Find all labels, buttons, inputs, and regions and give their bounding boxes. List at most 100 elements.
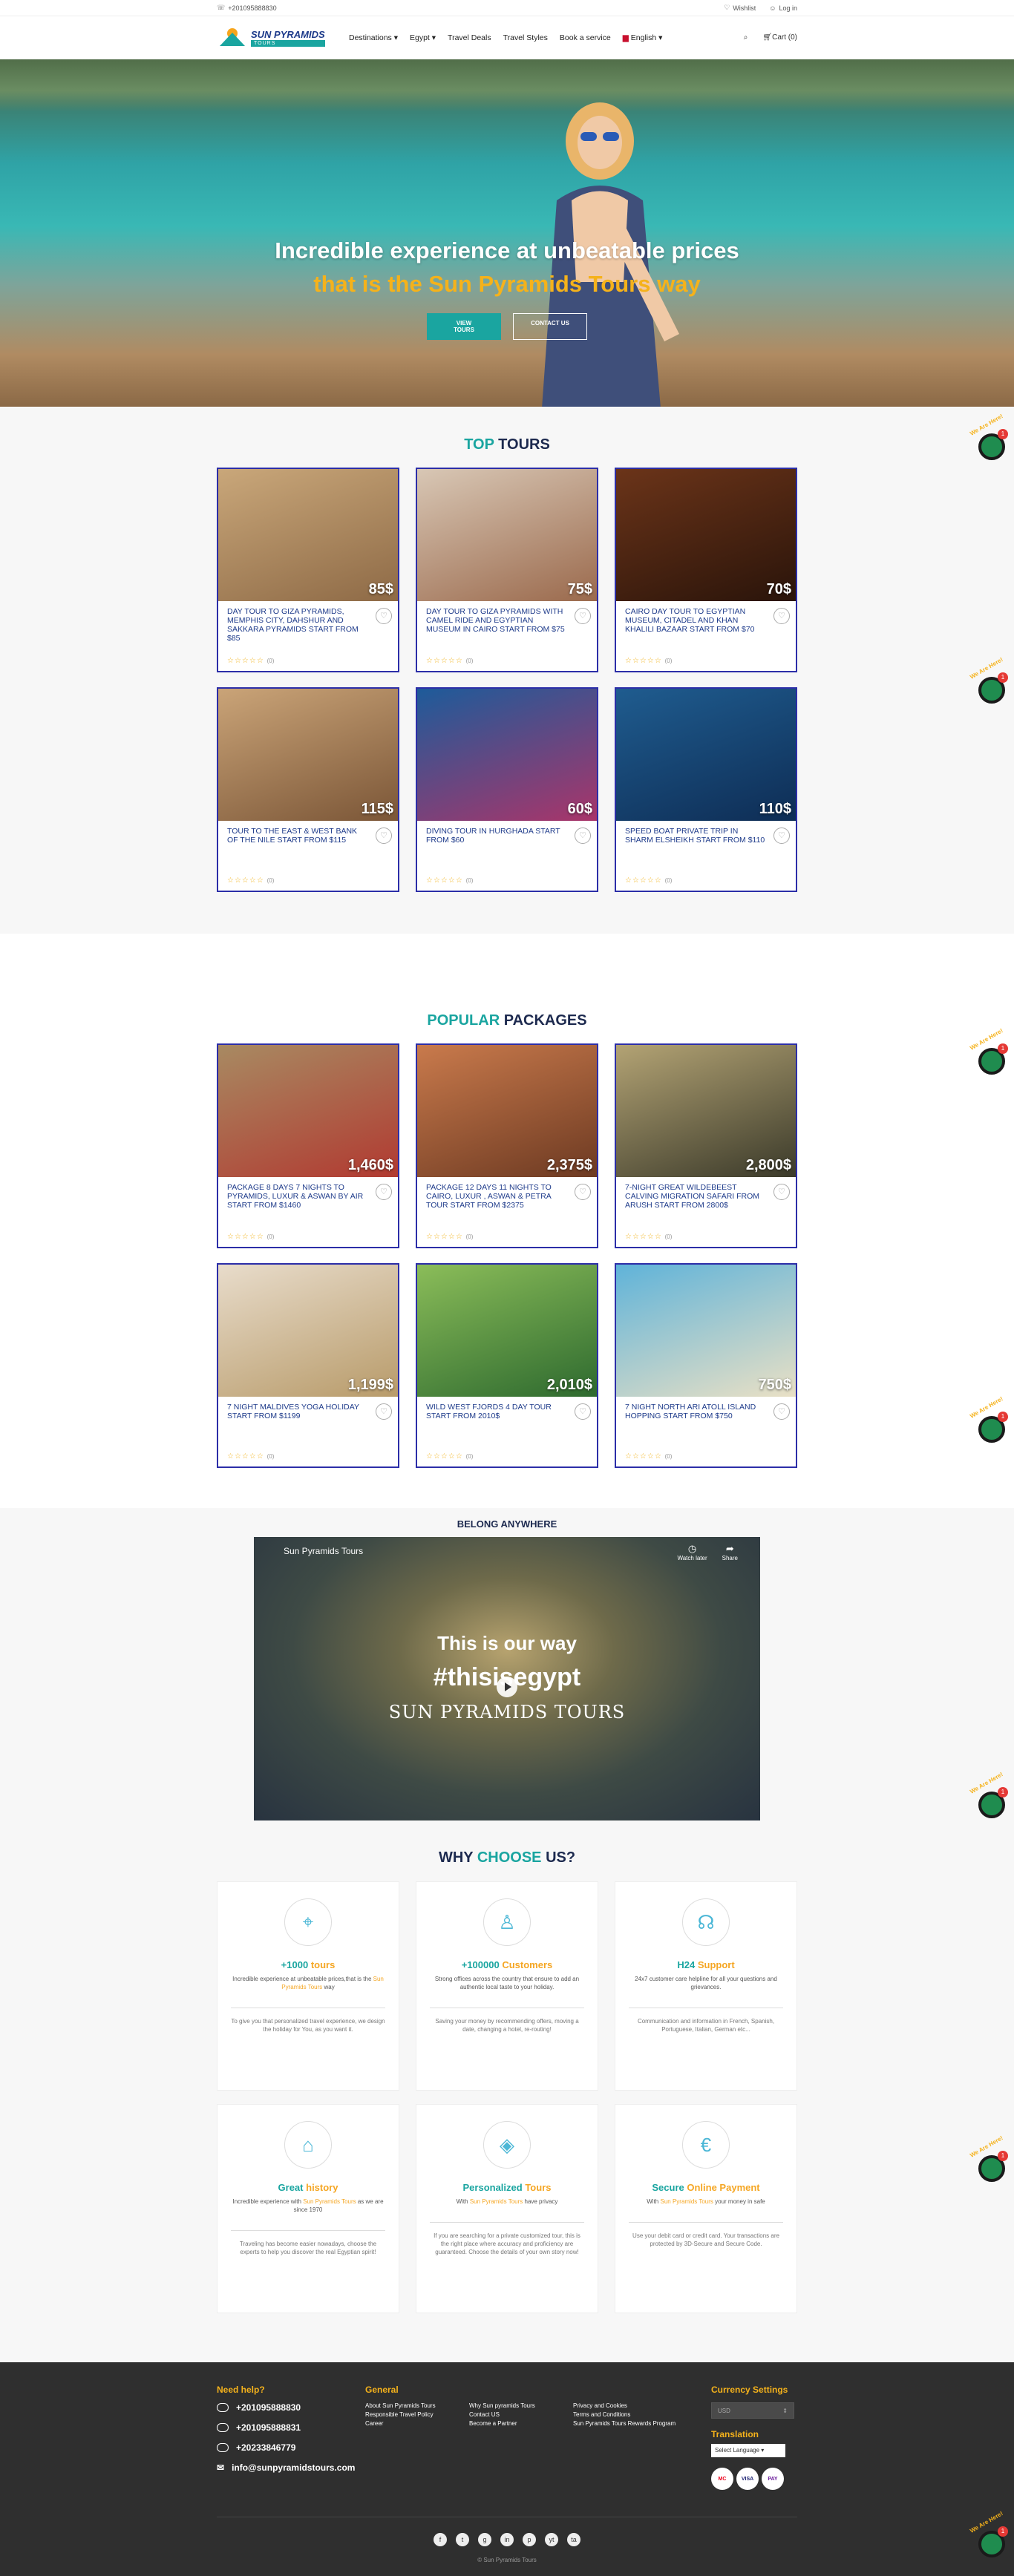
tour-image[interactable]: 750$ — [616, 1265, 796, 1397]
tour-card[interactable]: 2,800$ 7-NIGHT GREAT WILDEBEEST CALVING M… — [615, 1043, 797, 1248]
tour-title[interactable]: PACKAGE 8 DAYS 7 NIGHTS TO PYRAMIDS, LUX… — [227, 1183, 389, 1210]
whatsapp-icon — [217, 2443, 229, 2452]
wishlist-heart-icon[interactable]: ♡ — [575, 1403, 591, 1420]
footer-phone[interactable]: +20233846779 — [217, 2442, 355, 2453]
wishlist-heart-icon[interactable]: ♡ — [376, 1184, 392, 1200]
video-channel[interactable]: Sun Pyramids Tours — [284, 1546, 363, 1556]
chat-widget[interactable]: We Are Here! 1 — [968, 413, 1011, 460]
site-logo[interactable]: SUN PYRAMIDS TOURS — [217, 27, 328, 49]
tour-card[interactable]: 2,010$ WILD WEST FJORDS 4 DAY TOUR START … — [416, 1263, 598, 1468]
footer-link[interactable]: Career — [365, 2420, 469, 2427]
tour-title[interactable]: DAY TOUR TO GIZA PYRAMIDS WITH CAMEL RID… — [426, 607, 588, 634]
tour-image[interactable]: 2,800$ — [616, 1045, 796, 1177]
contact-us-button[interactable]: CONTACT US — [513, 313, 587, 340]
tour-card[interactable]: 70$ CAIRO DAY TOUR TO EGYPTIAN MUSEUM, CI… — [615, 468, 797, 672]
tripadvisor-icon[interactable]: ta — [567, 2533, 580, 2546]
footer-link[interactable]: Privacy and Cookies — [573, 2402, 699, 2409]
tour-title[interactable]: DAY TOUR TO GIZA PYRAMIDS, MEMPHIS CITY,… — [227, 607, 389, 643]
twitter-icon[interactable]: t — [456, 2533, 469, 2546]
footer-link[interactable]: Sun Pyramids Tours Rewards Program — [573, 2420, 699, 2427]
tour-image[interactable]: 85$ — [218, 469, 398, 601]
wishlist-heart-icon[interactable]: ♡ — [575, 827, 591, 844]
tour-card[interactable]: 60$ DIVING TOUR IN HURGHADA START FROM $6… — [416, 687, 598, 892]
chat-widget[interactable]: We Are Here! 1 — [968, 2134, 1011, 2182]
tour-image[interactable]: 60$ — [417, 689, 597, 821]
footer-phone[interactable]: +201095888830 — [217, 2402, 355, 2413]
rating-stars: ☆☆☆☆☆ (0) — [426, 876, 474, 885]
footer-link[interactable]: Contact US — [469, 2411, 573, 2418]
wishlist-heart-icon[interactable]: ♡ — [773, 1403, 790, 1420]
chat-widget[interactable]: We Are Here! 1 — [968, 656, 1011, 704]
watch-later-button[interactable]: ◷ Watch later — [677, 1543, 707, 1561]
language-select[interactable]: Select Language ▾ — [711, 2444, 785, 2457]
tour-title[interactable]: DIVING TOUR IN HURGHADA START FROM $60 — [426, 827, 588, 845]
tour-title[interactable]: CAIRO DAY TOUR TO EGYPTIAN MUSEUM, CITAD… — [625, 607, 787, 634]
share-button[interactable]: ➦ Share — [722, 1543, 738, 1561]
tour-image[interactable]: 115$ — [218, 689, 398, 821]
nav-egypt[interactable]: Egypt ▾ — [410, 33, 436, 42]
wishlist-heart-icon[interactable]: ♡ — [575, 1184, 591, 1200]
tour-card[interactable]: 1,199$ 7 NIGHT MALDIVES YOGA HOLIDAY STAR… — [217, 1263, 399, 1468]
footer-email[interactable]: ✉ info@sunpyramidstours.com — [217, 2462, 355, 2473]
wishlist-heart-icon[interactable]: ♡ — [376, 827, 392, 844]
wishlist-heart-icon[interactable]: ♡ — [575, 608, 591, 624]
footer-link[interactable]: Responsible Travel Policy — [365, 2411, 469, 2418]
top-phone[interactable]: ☏ +201095888830 — [217, 4, 277, 12]
wishlist-link[interactable]: ♡ Wishlist — [724, 4, 756, 12]
tour-card[interactable]: 115$ TOUR TO THE EAST & WEST BANK OF THE … — [217, 687, 399, 892]
wishlist-heart-icon[interactable]: ♡ — [773, 608, 790, 624]
linkedin-icon[interactable]: in — [500, 2533, 514, 2546]
promo-video[interactable]: Sun Pyramids Tours ◷ Watch later ➦ Share T… — [254, 1537, 760, 1820]
tour-title[interactable]: WILD WEST FJORDS 4 DAY TOUR START FROM 2… — [426, 1403, 588, 1420]
nav-destinations[interactable]: Destinations ▾ — [349, 33, 398, 42]
belong-title: BELONG ANYWHERE — [457, 1518, 557, 1530]
login-link[interactable]: ☺ Log in — [769, 4, 797, 12]
tour-image[interactable]: 1,460$ — [218, 1045, 398, 1177]
pinterest-icon[interactable]: p — [523, 2533, 536, 2546]
tour-card[interactable]: 1,460$ PACKAGE 8 DAYS 7 NIGHTS TO PYRAMID… — [217, 1043, 399, 1248]
copyright: © Sun Pyramids Tours — [477, 2557, 537, 2563]
tour-title[interactable]: 7-NIGHT GREAT WILDEBEEST CALVING MIGRATI… — [625, 1183, 787, 1210]
tour-title[interactable]: PACKAGE 12 DAYS 11 NIGHTS TO CAIRO, LUXU… — [426, 1183, 588, 1210]
tour-image[interactable]: 2,375$ — [417, 1045, 597, 1177]
currency-select[interactable]: USD ⇕ — [711, 2402, 794, 2419]
cart-link[interactable]: 🛒︎Cart (0) — [762, 33, 797, 42]
tour-title[interactable]: SPEED BOAT PRIVATE TRIP IN SHARM ELSHEIK… — [625, 827, 787, 845]
nav-language[interactable]: ▆ English ▾ — [623, 33, 663, 42]
tour-card[interactable]: 110$ SPEED BOAT PRIVATE TRIP IN SHARM ELS… — [615, 687, 797, 892]
chat-widget[interactable]: We Are Here! 1 — [968, 1771, 1011, 1818]
google-icon[interactable]: g — [478, 2533, 491, 2546]
nav-travel-styles[interactable]: Travel Styles — [503, 33, 548, 42]
tour-image[interactable]: 2,010$ — [417, 1265, 597, 1397]
search-icon[interactable]: ⌕ — [744, 33, 748, 42]
wishlist-heart-icon[interactable]: ♡ — [376, 1403, 392, 1420]
wishlist-heart-icon[interactable]: ♡ — [773, 827, 790, 844]
tour-image[interactable]: 1,199$ — [218, 1265, 398, 1397]
tour-card[interactable]: 2,375$ PACKAGE 12 DAYS 11 NIGHTS TO CAIRO… — [416, 1043, 598, 1248]
footer-link[interactable]: About Sun Pyramids Tours — [365, 2402, 469, 2409]
tour-card[interactable]: 85$ DAY TOUR TO GIZA PYRAMIDS, MEMPHIS CI… — [217, 468, 399, 672]
facebook-icon[interactable]: f — [434, 2533, 447, 2546]
youtube-icon[interactable]: yt — [545, 2533, 558, 2546]
wishlist-heart-icon[interactable]: ♡ — [376, 608, 392, 624]
footer-link[interactable]: Why Sun pyramids Tours — [469, 2402, 573, 2409]
footer-link[interactable]: Become a Partner — [469, 2420, 573, 2427]
chat-widget[interactable]: We Are Here! 1 — [968, 1027, 1011, 1075]
tour-image[interactable]: 70$ — [616, 469, 796, 601]
nav-travel-deals[interactable]: Travel Deals — [448, 33, 491, 42]
view-tours-button[interactable]: VIEW TOURS — [427, 313, 501, 340]
tour-title[interactable]: 7 NIGHT MALDIVES YOGA HOLIDAY START FROM… — [227, 1403, 389, 1420]
chat-widget[interactable]: We Are Here! 1 — [968, 1395, 1011, 1443]
tour-card[interactable]: 750$ 7 NIGHT NORTH ARI ATOLL ISLAND HOPPI… — [615, 1263, 797, 1468]
wishlist-heart-icon[interactable]: ♡ — [773, 1184, 790, 1200]
nav-book-service[interactable]: Book a service — [560, 33, 611, 42]
tour-image[interactable]: 75$ — [417, 469, 597, 601]
footer-link[interactable]: Terms and Conditions — [573, 2411, 699, 2418]
tour-title[interactable]: 7 NIGHT NORTH ARI ATOLL ISLAND HOPPING S… — [625, 1403, 787, 1420]
play-icon[interactable] — [497, 1677, 517, 1697]
tour-card[interactable]: 75$ DAY TOUR TO GIZA PYRAMIDS WITH CAMEL … — [416, 468, 598, 672]
chat-widget[interactable]: We Are Here! 1 — [968, 2510, 1011, 2557]
footer-phone[interactable]: +201095888831 — [217, 2422, 355, 2433]
tour-title[interactable]: TOUR TO THE EAST & WEST BANK OF THE NILE… — [227, 827, 389, 845]
tour-image[interactable]: 110$ — [616, 689, 796, 821]
